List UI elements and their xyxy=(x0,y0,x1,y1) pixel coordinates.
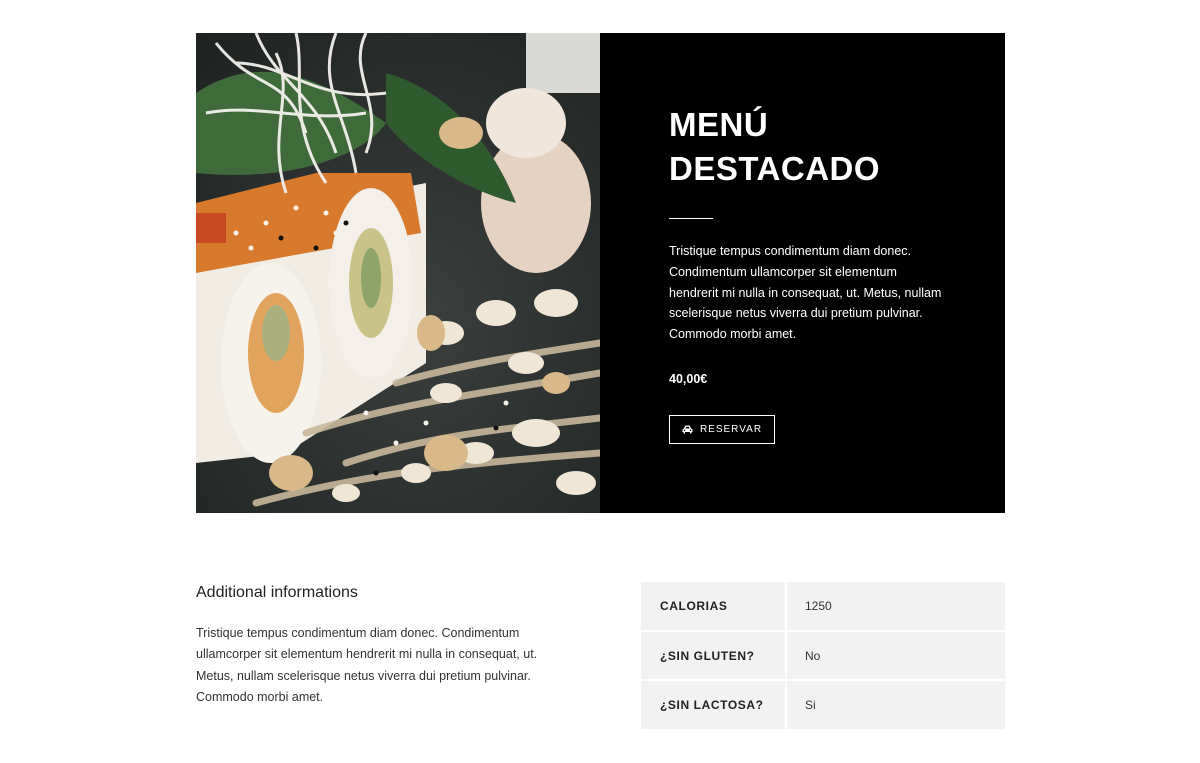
page-title: MENÚ DESTACADO xyxy=(669,103,880,191)
title-divider xyxy=(669,218,713,219)
spec-label: CALORIAS xyxy=(641,582,787,632)
additional-info-text: Tristique tempus condimentum diam donec.… xyxy=(196,626,538,704)
reservar-button[interactable]: RESERVAR xyxy=(669,415,775,444)
spec-value: No xyxy=(786,631,1005,681)
car-icon xyxy=(682,425,693,434)
table-row: ¿SIN LACTOSA? Si xyxy=(641,680,1005,729)
sushi-image xyxy=(196,33,600,513)
menu-price: 40,00€ xyxy=(669,372,708,386)
table-row: ¿SIN GLUTEN? No xyxy=(641,631,1005,681)
menu-description: Tristique tempus condimentum diam donec.… xyxy=(669,244,942,342)
table-row: CALORIAS 1250 xyxy=(641,582,1005,632)
nutrition-table: CALORIAS 1250 ¿SIN GLUTEN? No ¿SIN LACTO… xyxy=(641,582,1005,729)
reservar-button-label: RESERVAR xyxy=(699,424,763,435)
spec-label: ¿SIN LACTOSA? xyxy=(641,680,787,729)
featured-menu-hero: MENÚ DESTACADO Tristique tempus condimen… xyxy=(196,33,1005,513)
featured-menu-panel: MENÚ DESTACADO Tristique tempus condimen… xyxy=(600,33,1005,513)
title-line-2: DESTACADO xyxy=(669,150,881,187)
spec-value: 1250 xyxy=(786,582,1005,632)
title-line-1: MENÚ xyxy=(669,106,769,143)
additional-info: Additional informations Tristique tempus… xyxy=(196,582,566,708)
spec-label: ¿SIN GLUTEN? xyxy=(641,631,787,681)
additional-info-heading: Additional informations xyxy=(196,584,358,601)
spec-value: Si xyxy=(786,680,1005,729)
sushi-photo xyxy=(196,33,600,513)
